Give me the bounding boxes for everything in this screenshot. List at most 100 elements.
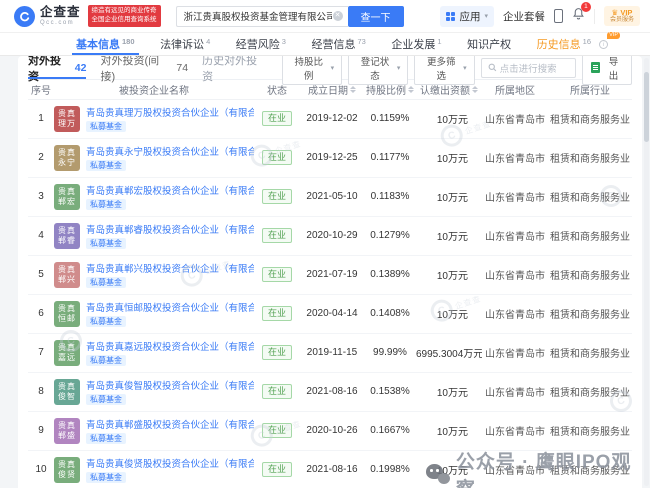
row-seq: 7 — [28, 333, 54, 373]
row-date: 2021-08-16 — [300, 372, 364, 412]
private-fund-tag: 私募基金 — [86, 276, 126, 289]
investment-table-body: 1 贵真理万 青岛贵真理万股权投资合伙企业（有限合伙） 私募基金 在业 2019… — [28, 99, 632, 488]
row-amount: 10万元 — [416, 177, 482, 217]
row-industry: 租赁和商务服务业 — [548, 450, 632, 488]
company-logo: 贵真 郸宏 — [54, 183, 80, 210]
row-pct: 0.1538% — [364, 372, 416, 412]
table-search-input[interactable]: 点击进行搜索 — [480, 57, 577, 78]
row-industry: 租赁和商务服务业 — [548, 255, 632, 295]
row-industry: 租赁和商务服务业 — [548, 216, 632, 256]
company-name-link[interactable]: 青岛贵真恒邮股权投资合伙企业（有限合伙） — [86, 300, 254, 314]
row-industry: 租赁和商务服务业 — [548, 138, 632, 178]
slogan-line2: 全国企业信用查询系统 — [91, 16, 157, 23]
sort-icon[interactable] — [472, 85, 478, 93]
row-date: 2020-10-29 — [300, 216, 364, 256]
clear-search-icon[interactable]: ✕ — [332, 11, 343, 21]
row-region: 山东省青岛市 — [482, 411, 548, 451]
row-seq: 5 — [28, 255, 54, 295]
table-row: 1 贵真理万 青岛贵真理万股权投资合伙企业（有限合伙） 私募基金 在业 2019… — [28, 99, 632, 139]
row-amount: 10万元 — [416, 99, 482, 139]
tab-intellectual-property[interactable]: 知识产权 — [463, 33, 515, 55]
row-pct: 0.1998% — [364, 450, 416, 488]
tab-legal-litigation[interactable]: 法律诉讼 4 — [156, 33, 214, 55]
company-logo: 贵真 郸盛 — [54, 417, 80, 444]
company-search-input[interactable] — [175, 5, 348, 27]
row-region: 山东省青岛市 — [482, 255, 548, 295]
company-name-link[interactable]: 青岛贵真俊智股权投资合伙企业（有限合伙） — [86, 378, 254, 392]
status-badge: 在业 — [261, 461, 292, 478]
subtab-outbound-investment[interactable]: 对外投资 42 — [28, 55, 87, 83]
vertical-scrollbar[interactable] — [644, 58, 649, 486]
status-badge: 在业 — [261, 227, 292, 244]
row-date: 2019-11-15 — [300, 333, 364, 373]
table-row: 9 贵真郸盛 青岛贵真郸盛股权投资合伙企业（有限合伙） 私募基金 在业 2020… — [28, 411, 632, 451]
row-industry: 租赁和商务服务业 — [548, 411, 632, 451]
row-industry: 租赁和商务服务业 — [548, 372, 632, 412]
row-amount: 10万元 — [416, 450, 482, 488]
company-logo: 贵真 郸睿 — [54, 222, 80, 249]
status-badge: 在业 — [261, 266, 292, 283]
col-pct[interactable]: 持股比例 — [364, 80, 416, 100]
row-amount: 6995.3004万元 — [416, 333, 482, 373]
row-seq: 1 — [28, 99, 54, 139]
row-seq: 9 — [28, 411, 54, 451]
table-row: 6 贵真恒邮 青岛贵真恒邮股权投资合伙企业（有限合伙） 私募基金 在业 2020… — [28, 294, 632, 334]
enterprise-package-link[interactable]: 企业套餐 — [503, 9, 545, 24]
tab-company-development[interactable]: 企业发展 1 — [387, 33, 445, 55]
row-amount: 10万元 — [416, 255, 482, 295]
company-name-link[interactable]: 青岛贵真俊贤股权投资合伙企业（有限合伙） — [86, 456, 254, 470]
row-region: 山东省青岛市 — [482, 333, 548, 373]
mobile-app-icon[interactable] — [553, 9, 563, 23]
table-row: 2 贵真永宁 青岛贵真永宁股权投资合伙企业（有限合伙） 私募基金 在业 2019… — [28, 138, 632, 178]
company-name-link[interactable]: 青岛贵真郸睿股权投资合伙企业（有限合伙） — [86, 222, 254, 236]
table-row: 7 贵真嘉远 青岛贵真嘉远股权投资合伙企业（有限合伙） 私募基金 在业 2019… — [28, 333, 632, 373]
row-pct: 0.1408% — [364, 294, 416, 334]
private-fund-tag: 私募基金 — [86, 354, 126, 367]
private-fund-tag: 私募基金 — [86, 393, 126, 406]
company-nav-tabs: 基本信息 180 法律诉讼 4 经营风险 3 经营信息 73 企业发展 1 知识产权 历史… — [0, 32, 650, 56]
qcc-logo[interactable]: 企查查 Qcc.com — [14, 5, 81, 27]
apps-menu-button[interactable]: 应用 ▾ — [440, 5, 494, 27]
row-date: 2019-12-02 — [300, 99, 364, 139]
private-fund-tag: 私募基金 — [86, 198, 126, 211]
subtab-historical-investment[interactable]: 历史对外投资 — [202, 55, 268, 83]
info-icon: i — [599, 39, 608, 49]
col-amount[interactable]: 认缴出资额 — [416, 80, 482, 100]
search-button[interactable]: 查一下 — [347, 5, 404, 27]
scrollbar-thumb[interactable] — [644, 72, 649, 142]
company-name-link[interactable]: 青岛贵真郸盛股权投资合伙企业（有限合伙） — [86, 417, 254, 431]
company-name-link[interactable]: 青岛贵真郸宏股权投资合伙企业（有限合伙） — [86, 183, 254, 197]
company-name-link[interactable]: 青岛贵真理万股权投资合伙企业（有限合伙） — [86, 105, 254, 119]
tab-operation-risk[interactable]: 经营风险 3 — [232, 33, 290, 55]
table-row: 5 贵真郸兴 青岛贵真郸兴股权投资合伙企业（有限合伙） 私募基金 在业 2021… — [28, 255, 632, 295]
subtab-indirect-investment[interactable]: 对外投资(间接) 74 — [100, 55, 188, 83]
divider — [593, 8, 595, 24]
investment-table: 序号 被投资企业名称 状态 成立日期 持股比例 认缴出资额 所属地区 所属行业 … — [28, 80, 632, 488]
row-region: 山东省青岛市 — [482, 177, 548, 217]
excel-icon — [591, 62, 601, 73]
chevron-down-icon: ▾ — [396, 64, 401, 72]
row-seq: 2 — [28, 138, 54, 178]
tab-operation-info[interactable]: 经营信息 73 — [308, 33, 370, 55]
status-badge: 在业 — [261, 188, 292, 205]
private-fund-tag: 私募基金 — [86, 159, 126, 172]
company-name-link[interactable]: 青岛贵真郸兴股权投资合伙企业（有限合伙） — [86, 261, 254, 275]
table-row: 3 贵真郸宏 青岛贵真郸宏股权投资合伙企业（有限合伙） 私募基金 在业 2021… — [28, 177, 632, 217]
row-region: 山东省青岛市 — [482, 450, 548, 488]
row-amount: 10万元 — [416, 411, 482, 451]
col-date[interactable]: 成立日期 — [300, 80, 364, 100]
company-name-link[interactable]: 青岛贵真嘉远股权投资合伙企业（有限合伙） — [86, 339, 254, 353]
company-name-link[interactable]: 青岛贵真永宁股权投资合伙企业（有限合伙） — [86, 144, 254, 158]
tab-basic-info[interactable]: 基本信息 180 — [72, 33, 139, 55]
chevron-down-icon: ▾ — [463, 64, 467, 72]
sort-icon[interactable] — [408, 85, 414, 93]
vip-service-button[interactable]: ♛ VIP 会员服务 — [603, 5, 640, 27]
company-logo: 贵真 恒邮 — [54, 300, 80, 327]
sort-icon[interactable] — [350, 85, 356, 93]
notification-bell[interactable]: 1 — [572, 2, 591, 25]
crown-icon: ♛ VIP — [611, 7, 633, 17]
status-badge: 在业 — [261, 305, 292, 322]
table-row: 10 贵真俊贤 青岛贵真俊贤股权投资合伙企业（有限合伙） 私募基金 在业 202… — [28, 450, 632, 488]
tab-history-info[interactable]: 历史信息 16 VIP i — [533, 32, 620, 55]
row-region: 山东省青岛市 — [482, 216, 548, 256]
